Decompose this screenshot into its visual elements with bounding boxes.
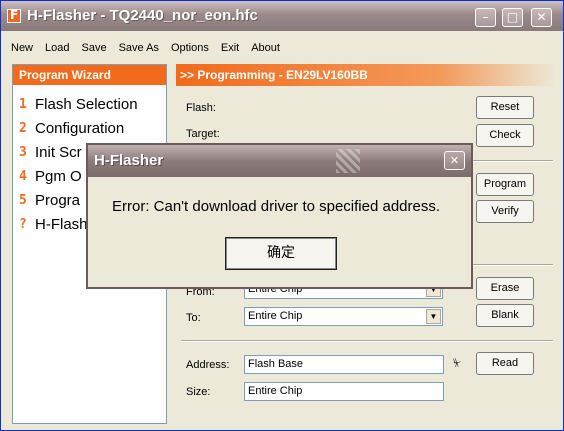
address-input[interactable]: Flash Base xyxy=(244,355,444,374)
menu-new[interactable]: New xyxy=(5,39,39,57)
program-button[interactable]: Program xyxy=(476,173,534,196)
dialog-title-bar[interactable]: H-Flasher ✕ xyxy=(88,145,471,177)
menu-load[interactable]: Load xyxy=(39,39,75,57)
wizard-item-help[interactable]: ? H-Flash xyxy=(19,213,88,235)
close-button[interactable]: ✕ xyxy=(531,8,552,27)
wizard-item-flash-selection[interactable]: 1 Flash Selection xyxy=(19,93,138,115)
app-icon xyxy=(7,8,21,23)
menu-bar: New Load Save Save As Options Exit About xyxy=(5,39,286,57)
dialog-title: H-Flasher xyxy=(94,152,164,169)
wizard-item-number: 2 xyxy=(19,120,27,136)
target-label: Target: xyxy=(186,128,220,140)
flash-label: Flash: xyxy=(186,102,216,114)
dialog-close-button[interactable]: ✕ xyxy=(444,151,465,170)
wizard-item-label: Flash Selection xyxy=(35,95,138,113)
menu-about[interactable]: About xyxy=(245,39,286,57)
to-select-value: Entire Chip xyxy=(248,310,303,322)
erase-button[interactable]: Erase xyxy=(476,277,534,300)
wizard-item-programming[interactable]: 5 Progra xyxy=(19,189,80,211)
divider xyxy=(181,340,553,342)
wizard-item-label: H-Flash xyxy=(35,215,88,233)
verify-button[interactable]: Verify xyxy=(476,200,534,223)
programming-title: >> Programming - EN29LV160BB xyxy=(176,64,555,86)
wizard-item-number: 1 xyxy=(19,96,27,112)
menu-exit[interactable]: Exit xyxy=(215,39,245,57)
wizard-item-pgm-options[interactable]: 4 Pgm O xyxy=(19,165,82,187)
title-decoration-icon xyxy=(336,149,360,173)
maximize-button[interactable]: □ xyxy=(502,8,523,27)
to-label: To: xyxy=(186,312,201,324)
wizard-item-number: 3 xyxy=(19,144,27,160)
window-title: H-Flasher - TQ2440_nor_eon.hfc xyxy=(27,7,258,24)
menu-options[interactable]: Options xyxy=(165,39,215,57)
wizard-item-label: Configuration xyxy=(35,119,125,137)
title-bar[interactable]: H-Flasher - TQ2440_nor_eon.hfc – □ ✕ xyxy=(1,1,563,31)
dialog-message: Error: Can't download driver to specifie… xyxy=(112,198,441,215)
wizard-item-label: Pgm O xyxy=(35,167,82,185)
wizard-item-configuration[interactable]: 2 Configuration xyxy=(19,117,124,139)
read-button[interactable]: Read xyxy=(476,352,534,375)
address-label: Address: xyxy=(186,359,230,371)
size-label: Size: xyxy=(186,386,211,398)
wizard-item-number: 5 xyxy=(19,192,27,208)
minimize-button[interactable]: – xyxy=(475,8,496,27)
error-dialog: H-Flasher ✕ Error: Can't download driver… xyxy=(86,143,473,289)
wizard-item-label: Init Scr xyxy=(35,143,82,161)
size-input[interactable]: Entire Chip xyxy=(244,382,444,401)
chevron-down-icon[interactable]: ▼ xyxy=(426,309,441,324)
wizard-item-number: ? xyxy=(19,216,27,232)
wizard-title: Program Wizard xyxy=(13,65,166,85)
blank-button[interactable]: Blank xyxy=(476,304,534,327)
menu-save-as[interactable]: Save As xyxy=(113,39,165,57)
wizard-item-label: Progra xyxy=(35,191,81,209)
check-button[interactable]: Check xyxy=(476,124,534,147)
to-select[interactable]: Entire Chip ▼ xyxy=(244,307,443,326)
reset-button[interactable]: Reset xyxy=(476,96,534,119)
dialog-ok-button[interactable]: 确定 xyxy=(225,237,337,270)
wizard-item-init-script[interactable]: 3 Init Scr xyxy=(19,141,82,163)
address-toggle-icon[interactable]: ⏧ xyxy=(453,358,461,369)
wizard-item-number: 4 xyxy=(19,168,27,184)
menu-save[interactable]: Save xyxy=(76,39,113,57)
